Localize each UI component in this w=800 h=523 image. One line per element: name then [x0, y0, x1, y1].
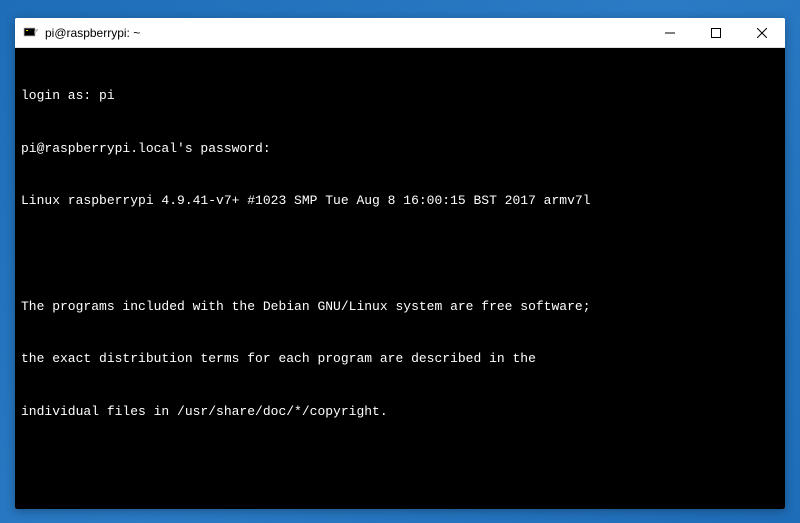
- window-title: pi@raspberrypi: ~: [45, 26, 140, 40]
- terminal-line: individual files in /usr/share/doc/*/cop…: [21, 403, 779, 421]
- close-button[interactable]: [739, 18, 785, 47]
- terminal-output[interactable]: login as: pi pi@raspberrypi.local's pass…: [15, 48, 785, 509]
- putty-icon: [23, 25, 39, 41]
- terminal-line: the exact distribution terms for each pr…: [21, 350, 779, 368]
- terminal-line: [21, 456, 779, 474]
- minimize-button[interactable]: [647, 18, 693, 47]
- terminal-line: login as: pi: [21, 87, 779, 105]
- window-titlebar[interactable]: pi@raspberrypi: ~: [15, 18, 785, 48]
- terminal-line: pi@raspberrypi.local's password:: [21, 140, 779, 158]
- terminal-line: [21, 245, 779, 263]
- terminal-line: The programs included with the Debian GN…: [21, 298, 779, 316]
- terminal-line: Linux raspberrypi 4.9.41-v7+ #1023 SMP T…: [21, 192, 779, 210]
- maximize-button[interactable]: [693, 18, 739, 47]
- terminal-window: pi@raspberrypi: ~ login as: pi pi@raspbe…: [15, 18, 785, 509]
- window-controls: [647, 18, 785, 47]
- terminal-line: Debian GNU/Linux comes with ABSOLUTELY N…: [21, 508, 779, 509]
- titlebar-left: pi@raspberrypi: ~: [23, 25, 140, 41]
